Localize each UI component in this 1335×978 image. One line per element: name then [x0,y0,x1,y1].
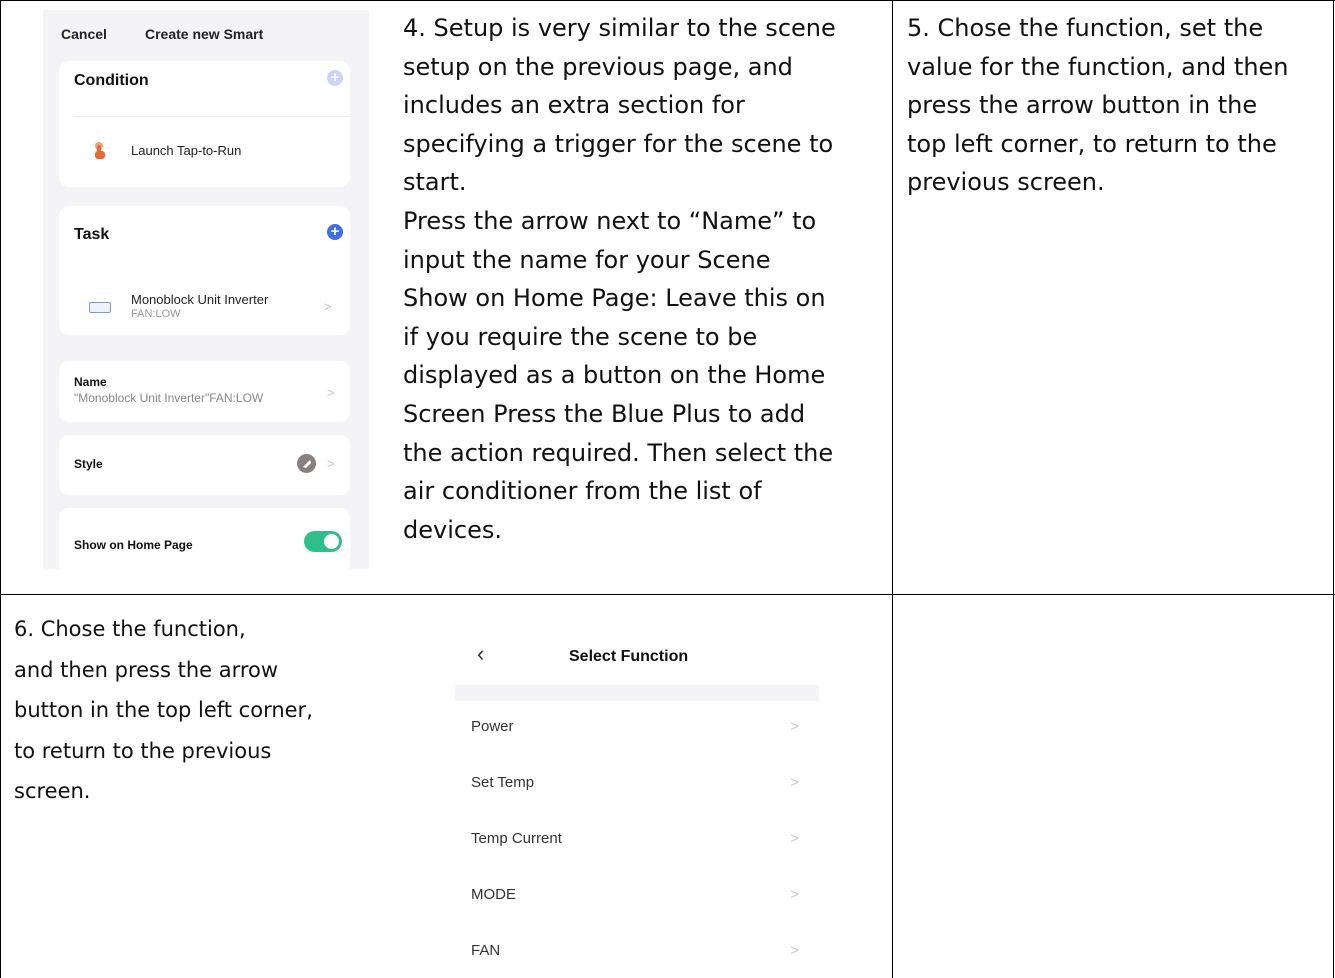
tap-hand-icon [92,141,108,161]
style-label: Style [74,457,103,471]
show-home-toggle[interactable] [304,531,342,552]
text-line: Press the arrow next to “Name” to [403,206,817,235]
add-condition-icon[interactable]: + [327,70,343,86]
name-value: "Monoblock Unit Inverter"FAN:LOW [74,391,264,405]
text-line: 4. Setup is very similar to the scene [403,14,836,42]
text-line: input the name for your Scene [403,245,771,274]
cancel-button[interactable]: Cancel [61,26,107,42]
function-item-fan[interactable]: FAN > [455,925,819,971]
task-header: Task [74,226,110,243]
function-label: Set Temp [471,774,535,791]
chevron-right-icon: > [790,774,799,791]
screen-header: Cancel Create new Smart [43,10,369,55]
text-line: setup on the previous page, and [403,52,793,81]
text-line: 6. Chose the function, [14,617,246,641]
text-line: to return to the previous [14,738,272,763]
table-border-right [1333,0,1334,978]
text-line: air conditioner from the list of [403,477,762,506]
chevron-left-icon[interactable]: ‹ [477,641,484,667]
table-border-top [0,0,1335,1]
function-item-temp-current[interactable]: Temp Current > [455,813,819,869]
screen-title: Create new Smart [145,26,264,42]
condition-item-label[interactable]: Launch Tap-to-Run [131,143,241,158]
screen-title: Select Function [569,648,689,665]
function-label: FAN [471,942,501,959]
function-label: MODE [471,886,516,903]
table-divider-vertical [892,0,893,978]
name-card: Name "Monoblock Unit Inverter"FAN:LOW > [59,361,350,422]
divider [74,116,350,117]
function-item-mode[interactable]: MODE > [455,869,819,925]
step-5-text: 5. Chose the function, set the value for… [907,9,1289,202]
text-line: and then press the arrow [14,657,279,682]
text-line: Show on Home Page: Leave this on [403,284,826,313]
function-list: Power > Set Temp > Temp Current > MODE >… [455,701,819,971]
screen-header: ‹ Select Function [455,629,819,685]
table-border-left [0,0,1,978]
chevron-right-icon: > [790,718,799,735]
style-card: Style > [59,435,350,495]
chevron-right-icon: > [790,942,799,959]
text-line: value for the function, and then [907,52,1289,81]
toggle-knob [324,534,339,549]
task-device-value: FAN:LOW [131,308,181,320]
text-line: displayed as a button on the Home [403,361,826,390]
table-divider-horizontal [0,594,1335,595]
text-line: the action required. Then select the [403,438,834,467]
chevron-right-icon: > [790,830,799,847]
chevron-right-icon[interactable]: > [324,299,332,314]
step-4-text: 4. Setup is very similar to the scene se… [403,9,836,549]
text-line: if you require the scene to be [403,322,758,351]
text-line: start. [403,168,467,197]
name-label: Name [74,375,107,389]
select-function-screenshot: ‹ Select Function Power > Set Temp > Tem… [455,629,819,971]
text-line: 5. Chose the function, set the [907,14,1264,42]
text-line: previous screen. [907,168,1105,197]
chevron-right-icon: > [790,886,799,903]
condition-card: Condition + Launch Tap-to-Run [59,61,350,187]
text-line: Screen Press the Blue Plus to add [403,399,806,428]
condition-header: Condition [74,72,149,89]
ac-unit-icon [89,302,111,313]
function-item-power[interactable]: Power > [455,701,819,757]
style-arrow-icon[interactable]: > [327,456,335,471]
text-line: press the arrow button in the [907,91,1258,120]
function-item-set-temp[interactable]: Set Temp > [455,757,819,813]
style-swatch-icon[interactable] [297,454,316,473]
show-home-card: Show on Home Page [59,508,350,569]
text-line: button in the top left corner, [14,698,313,722]
text-line: top left corner, to return to the [907,129,1277,158]
create-smart-screenshot: Cancel Create new Smart Condition + Laun… [43,10,369,569]
function-label: Power [471,718,514,735]
function-label: Temp Current [471,830,562,847]
task-device-name[interactable]: Monoblock Unit Inverter [131,292,268,307]
text-line: screen. [14,779,91,803]
step-6-text: 6. Chose the function, and then press th… [14,609,313,812]
text-line: specifying a trigger for the scene to [403,129,834,158]
task-card: Task + Monoblock Unit Inverter FAN:LOW > [59,206,350,335]
add-task-icon[interactable]: + [327,224,343,240]
name-arrow-icon[interactable]: > [327,385,335,400]
show-home-label: Show on Home Page [74,538,193,552]
text-line: devices. [403,515,502,544]
text-line: includes an extra section for [403,91,745,120]
